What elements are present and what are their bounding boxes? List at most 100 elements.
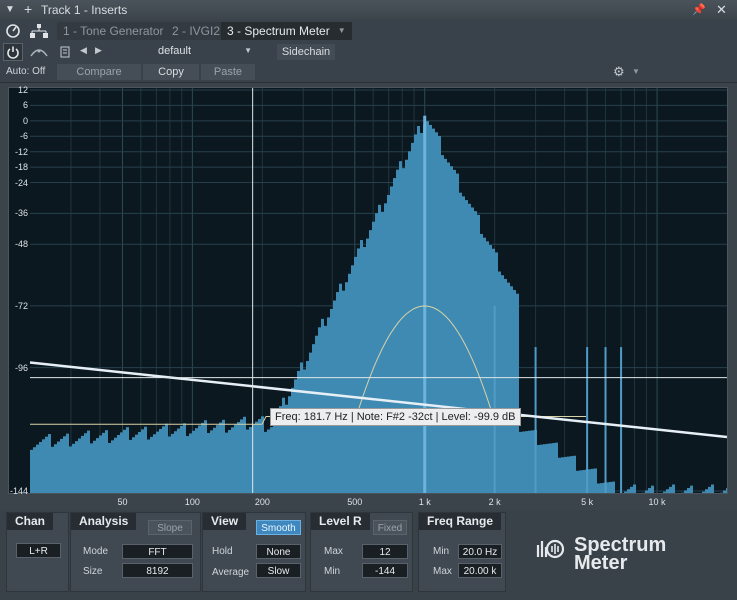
spectrum-bar [474, 211, 477, 493]
routing-icon[interactable] [29, 23, 49, 39]
spectrum-bar [357, 248, 360, 493]
spectrum-bar [111, 440, 114, 493]
spectrum-plot[interactable] [9, 88, 727, 493]
freq-range-section: Freq Range Min 20.0 Hz Max 20.00 k [418, 512, 506, 592]
spectrum-bar [363, 247, 366, 493]
spectrum-bar [378, 204, 381, 493]
level-min-field[interactable]: -144 [362, 563, 408, 578]
spectrum-bar [684, 490, 687, 493]
spectrum-bar [627, 489, 630, 493]
spectrum-bar [471, 207, 474, 493]
level-section: Level R Fixed Max 12 Min -144 [310, 512, 413, 592]
spectrum-bar [51, 446, 54, 493]
tab-ivgi2[interactable]: 2 - IVGI2 [166, 22, 227, 40]
average-select[interactable]: Slow [256, 563, 301, 578]
add-icon[interactable]: + [24, 1, 32, 17]
spectrum-bar [726, 488, 727, 493]
tab-tone-generator[interactable]: 1 - Tone Generator [57, 22, 170, 40]
level-min-label: Min [324, 566, 341, 577]
power-button[interactable] [3, 43, 23, 61]
spectrum-bar [30, 449, 33, 493]
spectrum-bar [231, 427, 234, 493]
document-icon[interactable] [60, 46, 70, 58]
spectrum-bar [573, 455, 576, 493]
spectrum-bar [672, 484, 675, 493]
slope-toggle[interactable]: Slope [148, 520, 192, 535]
paste-button[interactable]: Paste [201, 64, 255, 80]
insert-tabs-row: 1 - Tone Generator 2 - IVGI2 3 - Spectru… [0, 20, 737, 42]
spectrum-bar [420, 132, 423, 493]
spectrum-bar [144, 426, 147, 493]
spectrum-bar [336, 292, 339, 493]
spectrum-bar [60, 438, 63, 493]
spectrum-harmonic [620, 347, 623, 493]
close-icon[interactable]: ✕ [716, 2, 727, 18]
chevron-down-icon[interactable]: ▼ [338, 22, 346, 40]
size-select[interactable]: 8192 [122, 563, 193, 578]
spectrum-bar [507, 282, 510, 493]
spectrum-bar [171, 433, 174, 493]
spectrum-bar [588, 469, 591, 493]
spectrum-bar [228, 429, 231, 493]
preset-selector[interactable]: default ▼ [108, 44, 256, 60]
spectrum-bar [234, 424, 237, 493]
spectrum-bar [609, 481, 612, 493]
x-tick-label: 2 k [488, 497, 501, 507]
spectrum-bar [444, 158, 447, 493]
spectrum-bar [150, 436, 153, 493]
mode-select[interactable]: FFT [122, 544, 193, 559]
copy-button[interactable]: Copy [143, 64, 199, 80]
spectrum-bar [87, 430, 90, 493]
spectrum-bar [36, 444, 39, 493]
compare-row: Auto: Off Compare Copy Paste ⚙ ▼ [0, 62, 737, 83]
y-tick-label: 12 [17, 85, 28, 95]
next-preset-icon[interactable]: ▶ [95, 45, 102, 56]
automation-icon[interactable] [30, 46, 48, 58]
compare-button[interactable]: Compare [57, 64, 141, 80]
chan-section: Chan L+R [6, 512, 69, 592]
sidechain-button[interactable]: Sidechain [277, 44, 335, 60]
spectrum-bar [138, 432, 141, 493]
channel-select[interactable]: L+R [16, 543, 61, 558]
spectrum-bar [501, 275, 504, 493]
smooth-toggle[interactable]: Smooth [256, 520, 301, 535]
spectrum-bar [168, 436, 171, 493]
chevron-down-icon: ▼ [244, 46, 252, 55]
tab-spectrum-meter[interactable]: 3 - Spectrum Meter ▼ [221, 22, 352, 40]
spectrum-bar [561, 457, 564, 493]
spectrum-bar [408, 151, 411, 493]
y-tick-label: -96 [14, 362, 28, 373]
freq-min-label: Min [433, 546, 450, 557]
fixed-toggle[interactable]: Fixed [373, 520, 407, 535]
spectrum-bar [189, 433, 192, 493]
spectrum-bar [432, 128, 435, 493]
freq-min-field[interactable]: 20.0 Hz [458, 544, 502, 559]
spectrum-bar [204, 420, 207, 493]
freq-max-field[interactable]: 20.00 k [458, 563, 502, 578]
hold-select[interactable]: None [256, 544, 301, 559]
chevron-down-icon[interactable]: ▼ [632, 67, 640, 76]
spectrum-bar [537, 444, 540, 493]
spectrum-bar [213, 427, 216, 493]
spectrum-bar [543, 444, 546, 493]
y-tick-label: -6 [19, 131, 28, 142]
previous-preset-icon[interactable]: ◀ [80, 45, 87, 56]
spectrum-bar [192, 430, 195, 493]
chan-title: Chan [7, 513, 53, 530]
bypass-icon[interactable] [5, 23, 21, 39]
y-tick-label: -12 [14, 146, 28, 157]
gear-icon[interactable]: ⚙ [613, 64, 625, 80]
spectrum-bar [42, 439, 45, 493]
pin-icon[interactable]: 📌 [692, 3, 706, 16]
chevron-down-icon[interactable]: ▼ [5, 4, 15, 15]
spectrum-bar [270, 427, 273, 493]
spectrum-bar [108, 442, 111, 493]
spectrum-bar [198, 425, 201, 493]
spectrum-bar [207, 433, 210, 493]
spectrum-bar [504, 278, 507, 493]
spectrum-bar [591, 468, 594, 493]
freq-range-title: Freq Range [419, 513, 502, 530]
spectrum-bar [81, 435, 84, 493]
tab-label: 3 - Spectrum Meter [227, 24, 330, 38]
level-max-field[interactable]: 12 [362, 544, 408, 559]
